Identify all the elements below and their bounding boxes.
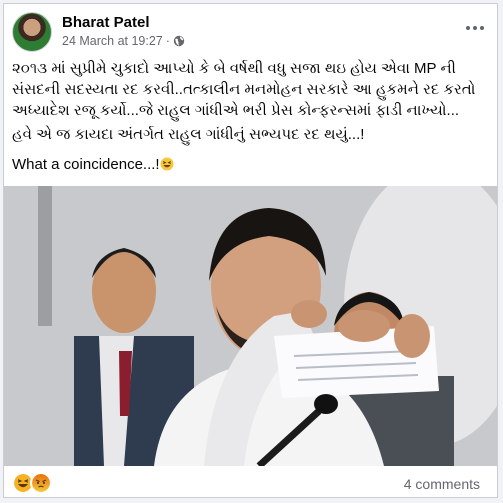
post-text-line-3: What a coincidence...!: [12, 154, 488, 175]
reactions-summary[interactable]: [12, 472, 52, 494]
post-text-line-2: હવે એ જ કાયદા અંતર્ગત રાહુલ ગાંધીનું સભ્…: [12, 126, 365, 143]
meta-separator: ·: [165, 34, 170, 48]
globe-icon[interactable]: [173, 35, 185, 47]
post-header: Bharat Patel 24 March at 19:27 ·: [12, 12, 492, 54]
post-card: Bharat Patel 24 March at 19:27 · ૨૦૧૩ મા…: [3, 3, 498, 498]
post-text-line-3-text: What a coincidence...!: [12, 156, 160, 173]
post-text: ૨૦૧૩ માં સુપ્રીમે ચુકાદો આપ્યો કે બે વર્…: [12, 58, 488, 184]
post-text-line-1: ૨૦૧૩ માં સુપ્રીમે ચુકાદો આપ્યો કે બે વર્…: [12, 60, 476, 119]
post-footer: 4 comments: [12, 470, 490, 497]
post-photo[interactable]: [4, 186, 497, 466]
more-options-icon[interactable]: [460, 16, 490, 40]
author-avatar[interactable]: [12, 12, 52, 52]
post-meta: 24 March at 19:27 ·: [62, 34, 185, 48]
post-date[interactable]: 24 March at 19:27: [62, 34, 163, 48]
grinning-squinting-face-icon: [160, 157, 174, 171]
photo-illustration: [4, 186, 497, 466]
angry-reaction-icon: [30, 472, 52, 494]
author-name[interactable]: Bharat Patel: [62, 14, 150, 31]
comments-count[interactable]: 4 comments: [404, 476, 480, 492]
